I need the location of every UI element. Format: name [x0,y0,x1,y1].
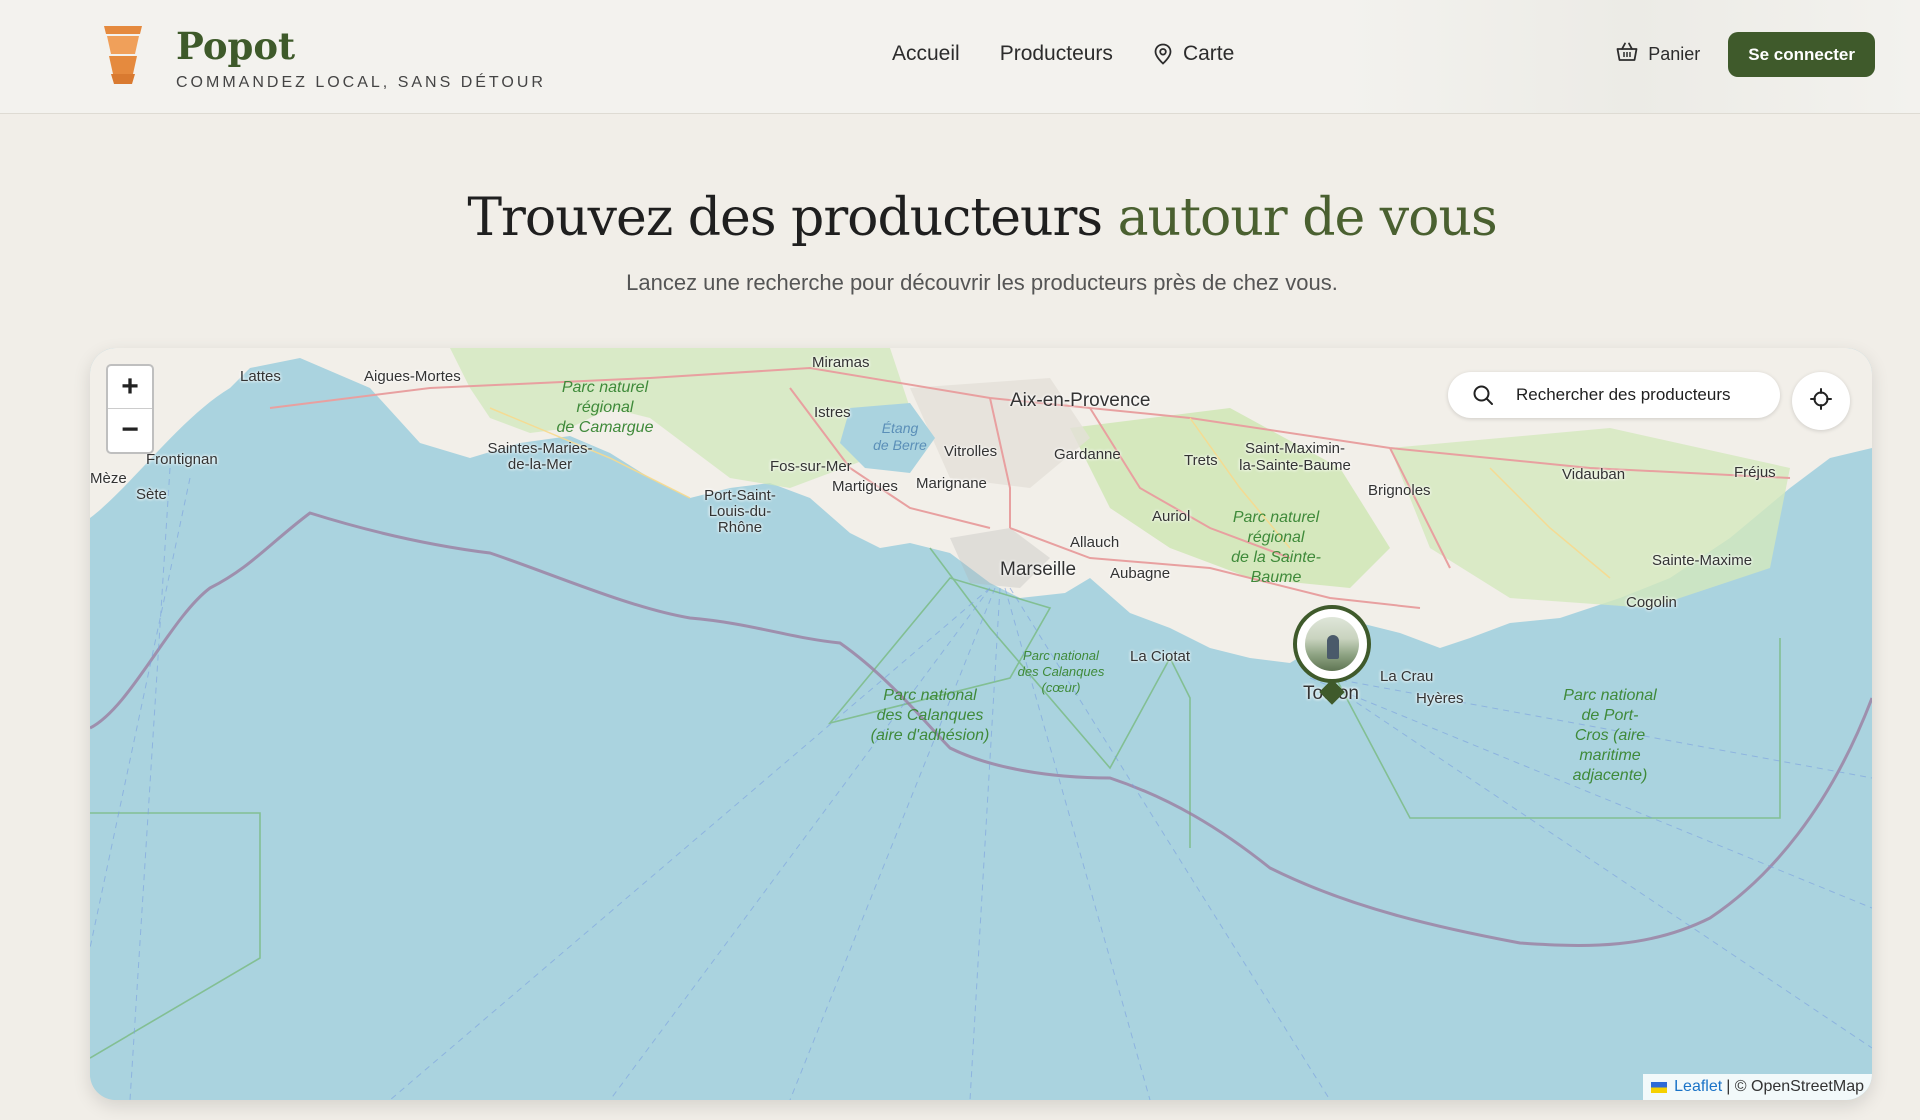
map-label: Trets [1184,452,1218,469]
marker-pin-tip [1319,679,1345,705]
map-label: Sainte-Maxime [1652,552,1753,569]
nav-producteurs[interactable]: Producteurs [1000,42,1113,66]
brand[interactable]: Popot COMMANDEZ LOCAL, SANS DÉTOUR [100,24,546,92]
nav-label: Accueil [892,42,960,65]
attribution-text: | © OpenStreetMap [1726,1078,1864,1095]
page-title: Trouvez des producteurs autour de vous [0,188,1920,248]
basket-icon [1616,42,1638,67]
map-label: La Ciotat [1130,648,1191,665]
nav-label: Carte [1182,42,1235,65]
map-label-water: Étang de Berre [873,420,927,453]
ukraine-flag-icon [1651,1081,1668,1093]
search-icon [1472,384,1494,406]
nav-carte[interactable]: Carte [1153,42,1234,66]
brand-text: Popot COMMANDEZ LOCAL, SANS DÉTOUR [176,24,546,92]
crosshair-icon [1810,387,1832,415]
map-label: Vitrolles [944,443,998,460]
map-label-park: Parc national de Port- Cros (aire mariti… [1563,687,1657,784]
zoom-out-button[interactable]: − [108,409,152,451]
map-label-park: Parc national des Calanques (cœur) [1017,648,1105,695]
map-label: Brignoles [1368,482,1431,499]
map-label: Aubagne [1110,565,1171,582]
flower-pot-logo-icon [104,26,142,84]
map-label-aix: Aix-en-Provence [1010,390,1151,411]
title-accent: autour de vous [1117,188,1498,248]
map-label: Mèze [90,470,127,487]
map-label: Vidauban [1562,466,1626,483]
map-label: Allauch [1070,534,1120,551]
zoom-in-button[interactable]: + [108,366,152,409]
map-label-park: Parc naturel régional de Camargue [556,379,654,436]
map-label: Miramas [812,354,870,371]
map-label: Aigues-Mortes [364,368,461,385]
map-label: Fos-sur-Mer [770,458,852,475]
cart-label: Panier [1648,44,1701,64]
map-label: Marignane [916,475,987,492]
map-pin-icon [1153,43,1173,65]
map-label: Auriol [1152,508,1191,525]
zoom-control: + − [106,364,154,454]
site-header: Popot COMMANDEZ LOCAL, SANS DÉTOUR Accue… [0,0,1920,114]
map-label: Cogolin [1626,594,1677,611]
map-label: Istres [814,404,851,421]
map-label: Martigues [832,478,898,495]
nav-label: Producteurs [999,42,1113,65]
title-main: Trouvez des producteurs [467,188,1118,248]
map-label: Hyères [1416,690,1464,707]
producer-marker[interactable] [1293,605,1373,705]
search-producers-button[interactable]: Rechercher des producteurs [1448,372,1780,418]
map-label: Fréjus [1734,464,1776,481]
map-label: Sète [136,486,167,503]
header-actions: Panier Se connecter [1616,32,1875,77]
login-button[interactable]: Se connecter [1728,32,1875,77]
map-label: Gardanne [1054,446,1121,463]
map-label: La Crau [1380,668,1434,685]
producer-map[interactable]: Lattes Aigues-Mortes Frontignan Mèze Sèt… [90,348,1872,1100]
map-attribution: Leaflet | © OpenStreetMap [1643,1074,1872,1100]
brand-name: Popot [176,24,296,68]
map-label: Saintes-Maries- de-la-Mer [487,440,593,473]
main-nav: Accueil Producteurs Carte [892,42,1234,66]
leaflet-link[interactable]: Leaflet [1674,1078,1722,1096]
producer-avatar [1305,617,1359,671]
marker-ring [1293,605,1371,683]
map-label-marseille: Marseille [1000,559,1077,580]
nav-accueil[interactable]: Accueil [892,42,960,66]
cart-button[interactable]: Panier [1616,42,1700,67]
map-label: Frontignan [146,451,218,468]
map-label-park: Parc national des Calanques (aire d'adhé… [870,687,990,744]
search-label: Rechercher des producteurs [1516,385,1731,404]
map-label: Saint-Maximin- la-Sainte-Baume [1239,440,1351,474]
brand-tagline: COMMANDEZ LOCAL, SANS DÉTOUR [176,74,546,91]
map-label-park: Parc naturel régional de la Sainte- Baum… [1231,509,1321,586]
map-label: Port-Saint- Louis-du-Rhône [704,487,776,536]
page-subtitle: Lancez une recherche pour découvrir les … [626,270,1338,295]
locate-me-button[interactable] [1792,372,1850,430]
map-label: Lattes [240,368,281,385]
